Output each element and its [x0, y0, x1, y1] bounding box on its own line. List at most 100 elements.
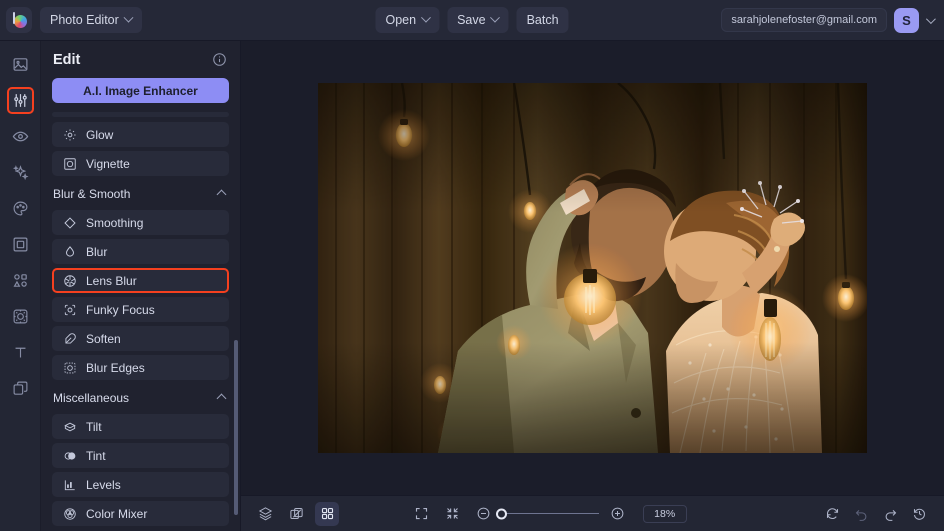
- batch-label: Batch: [527, 13, 559, 27]
- account-chevron-down-icon[interactable]: [926, 14, 936, 24]
- panel-item-vignette[interactable]: Vignette: [52, 151, 229, 176]
- top-bar: Photo Editor Open Save Batch sarahjolene…: [0, 0, 944, 41]
- redo-icon[interactable]: [879, 502, 903, 526]
- zoom-controls: 18%: [410, 502, 687, 526]
- rail-item-stickers[interactable]: [7, 303, 34, 330]
- chevron-down-icon: [123, 12, 133, 22]
- rail-item-shapes[interactable]: [7, 267, 34, 294]
- photo-editor-app: Photo Editor Open Save Batch sarahjolene…: [0, 0, 944, 531]
- photoeditor-logo[interactable]: [6, 7, 32, 33]
- enhancer-wrap: A.I. Image Enhancer: [41, 78, 240, 112]
- history-icon[interactable]: [908, 502, 932, 526]
- avatar[interactable]: S: [894, 8, 919, 33]
- ai-image-enhancer-button[interactable]: A.I. Image Enhancer: [52, 78, 229, 103]
- zoom-slider-knob[interactable]: [496, 508, 507, 519]
- rail-item-text[interactable]: [7, 339, 34, 366]
- rail-item-effects[interactable]: [7, 159, 34, 186]
- file-actions: Open Save Batch: [375, 7, 568, 33]
- panel-divider: [52, 112, 229, 117]
- panel-header: Edit: [41, 41, 240, 78]
- rail-item-image[interactable]: [7, 51, 34, 78]
- product-menu-label: Photo Editor: [50, 13, 119, 27]
- panel-item-funky-focus[interactable]: Funky Focus: [52, 297, 229, 322]
- reset-icon[interactable]: [821, 502, 845, 526]
- panel-item-label: Funky Focus: [86, 303, 155, 317]
- zoom-level-value[interactable]: 18%: [643, 505, 687, 523]
- zoom-slider[interactable]: [503, 513, 599, 515]
- fit-screen-icon[interactable]: [410, 502, 434, 526]
- edit-panel: Edit A.I. Image Enhancer Glow: [41, 41, 241, 531]
- canvas-area[interactable]: [241, 41, 944, 495]
- compare-icon[interactable]: [284, 502, 308, 526]
- rail-item-frames[interactable]: [7, 231, 34, 258]
- glow-icon: [63, 128, 77, 142]
- tint-icon: [63, 449, 77, 463]
- bottom-toolbar: 18%: [241, 495, 944, 531]
- zoom-out-icon[interactable]: [472, 502, 496, 526]
- panel-item-tilt[interactable]: Tilt: [52, 414, 229, 439]
- canvas-column: 18%: [241, 41, 944, 531]
- blur-edges-icon: [63, 361, 77, 375]
- tool-rail: [0, 41, 41, 531]
- logo-glyph: [11, 12, 28, 29]
- panel-item-label: Lens Blur: [86, 274, 137, 288]
- rail-item-layers[interactable]: [7, 375, 34, 402]
- panel-item-label: Soften: [86, 332, 121, 346]
- panel-item-blur-edges[interactable]: Blur Edges: [52, 355, 229, 380]
- rail-item-retouch[interactable]: [7, 123, 34, 150]
- panel-item-label: Tilt: [86, 420, 102, 434]
- grid-icon[interactable]: [315, 502, 339, 526]
- panel-item-levels[interactable]: Levels: [52, 472, 229, 497]
- rail-item-adjust[interactable]: [7, 87, 34, 114]
- info-icon[interactable]: [212, 52, 227, 67]
- diamond-icon: [63, 216, 77, 230]
- chevron-up-icon: [217, 189, 227, 199]
- panel-item-label: Color Mixer: [86, 507, 147, 521]
- rail-item-color[interactable]: [7, 195, 34, 222]
- chevron-down-icon: [490, 12, 500, 22]
- group-header-blur-and-smooth[interactable]: Blur & Smooth: [53, 182, 229, 206]
- open-button[interactable]: Open: [375, 7, 439, 33]
- color-mixer-icon: [63, 507, 77, 521]
- panel-item-lens-blur[interactable]: Lens Blur: [52, 268, 229, 293]
- actual-size-icon[interactable]: [441, 502, 465, 526]
- panel-item-soften[interactable]: Soften: [52, 326, 229, 351]
- group-header-miscellaneous[interactable]: Miscellaneous: [53, 386, 229, 410]
- droplet-icon: [63, 245, 77, 259]
- account-area: sarahjolenefoster@gmail.com S: [721, 8, 935, 33]
- product-menu[interactable]: Photo Editor: [40, 7, 142, 33]
- panel-item-smoothing[interactable]: Smoothing: [52, 210, 229, 235]
- account-email[interactable]: sarahjolenefoster@gmail.com: [721, 8, 887, 32]
- main-body: Edit A.I. Image Enhancer Glow: [0, 41, 944, 531]
- panel-item-glow[interactable]: Glow: [52, 122, 229, 147]
- panel-item-color-mixer[interactable]: Color Mixer: [52, 501, 229, 526]
- vignette-icon: [63, 157, 77, 171]
- panel-item-tint[interactable]: Tint: [52, 443, 229, 468]
- photo-canvas[interactable]: [318, 83, 867, 453]
- panel-scrollbar[interactable]: [234, 340, 238, 515]
- history-controls: [821, 502, 932, 526]
- panel-item-label: Smoothing: [86, 216, 143, 230]
- layers-icon[interactable]: [253, 502, 277, 526]
- undo-icon[interactable]: [850, 502, 874, 526]
- batch-button[interactable]: Batch: [517, 7, 569, 33]
- zoom-in-icon[interactable]: [606, 502, 630, 526]
- open-label: Open: [385, 13, 416, 27]
- feather-icon: [63, 332, 77, 346]
- panel-scroll-area[interactable]: Glow Vignette Blur & Smooth: [41, 112, 240, 531]
- save-label: Save: [457, 13, 486, 27]
- panel-item-label: Vignette: [86, 157, 130, 171]
- tilt-icon: [63, 420, 77, 434]
- save-button[interactable]: Save: [447, 7, 509, 33]
- panel-item-blur[interactable]: Blur: [52, 239, 229, 264]
- group-title: Blur & Smooth: [53, 187, 130, 201]
- chevron-up-icon: [217, 393, 227, 403]
- logo-color-wheel: [14, 15, 27, 28]
- levels-icon: [63, 478, 77, 492]
- group-title: Miscellaneous: [53, 391, 129, 405]
- chevron-down-icon: [421, 12, 431, 22]
- panel-item-label: Levels: [86, 478, 121, 492]
- panel-item-label: Glow: [86, 128, 113, 142]
- logo-stem: [13, 12, 16, 24]
- panel-item-label: Blur: [86, 245, 107, 259]
